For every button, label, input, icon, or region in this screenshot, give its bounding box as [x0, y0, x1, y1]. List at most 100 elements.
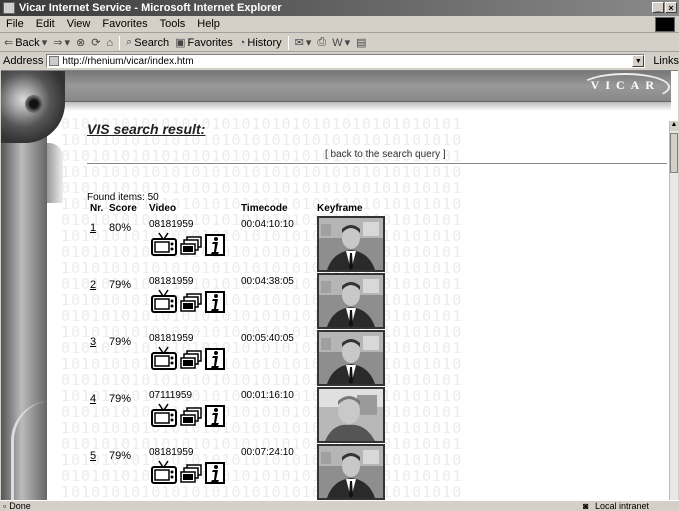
result-actions: [151, 460, 225, 487]
chevron-down-icon: ▾: [41, 37, 48, 49]
info-icon[interactable]: [205, 234, 225, 259]
menu-favorites[interactable]: Favorites: [102, 18, 147, 30]
address-dropdown-button[interactable]: ▼: [632, 55, 645, 67]
header-shadow: [61, 101, 671, 111]
edit-button[interactable]: W ▾: [332, 36, 351, 50]
search-button[interactable]: ⌕ Search: [126, 36, 169, 49]
result-number-link[interactable]: 5: [90, 450, 96, 462]
result-video-id: 08181959: [149, 333, 194, 344]
result-number-link[interactable]: 3: [90, 336, 96, 348]
result-actions: [151, 289, 225, 316]
refresh-icon: ⟳: [91, 37, 101, 49]
left-frame-curve: [11, 401, 61, 500]
col-score: Score: [109, 203, 137, 214]
keyframes-icon[interactable]: [180, 293, 202, 316]
keyframe-thumbnail[interactable]: [317, 444, 385, 500]
chevron-down-icon: ▾: [64, 37, 70, 49]
discuss-button[interactable]: ▤: [356, 36, 366, 49]
home-button[interactable]: ⌂: [106, 37, 113, 49]
keyframes-icon[interactable]: [180, 464, 202, 487]
history-button[interactable]: ◔ History: [239, 37, 282, 49]
forward-arrow-icon: ⇒: [53, 37, 63, 49]
result-row: 2 79% 08181959 00:04:38:05: [87, 273, 667, 333]
home-icon: ⌂: [106, 36, 114, 49]
back-to-search-link[interactable]: [ back to the search query ]: [325, 149, 446, 160]
status-page-icon: ▫: [3, 501, 7, 511]
info-icon[interactable]: [205, 462, 225, 487]
print-button[interactable]: ⎙: [317, 36, 326, 49]
title-bar: Vicar Internet Service - Microsoft Inter…: [0, 0, 679, 16]
address-url: http://rhenium/vicar/index.htm: [62, 55, 194, 67]
favorites-icon: ▣: [175, 37, 186, 49]
stop-button[interactable]: ⊗: [76, 36, 85, 49]
col-keyframe: Keyframe: [317, 203, 363, 214]
window-title: Vicar Internet Service - Microsoft Inter…: [19, 2, 282, 14]
col-nr: Nr.: [90, 203, 104, 214]
page-viewport: 0101010101010101010101010101010101010101…: [1, 70, 678, 500]
back-button[interactable]: ⇐ Back ▾: [4, 36, 48, 50]
minimize-button[interactable]: _: [652, 2, 664, 13]
menu-edit[interactable]: Edit: [36, 18, 55, 30]
tv-play-icon[interactable]: [151, 289, 177, 316]
vicar-logo: VICAR: [590, 78, 660, 92]
menu-file[interactable]: File: [6, 18, 24, 30]
refresh-button[interactable]: ⟳: [91, 36, 100, 49]
keyframes-icon[interactable]: [180, 236, 202, 259]
divider: [87, 163, 667, 164]
result-video-id: 08181959: [149, 276, 194, 287]
forward-button[interactable]: ⇒ ▾: [53, 36, 70, 49]
history-icon: ◔: [238, 36, 246, 49]
close-button[interactable]: ×: [665, 2, 677, 13]
address-input[interactable]: http://rhenium/vicar/index.htm ▼: [46, 54, 646, 68]
tv-play-icon[interactable]: [151, 346, 177, 373]
result-number-link[interactable]: 4: [90, 393, 96, 405]
vertical-scrollbar[interactable]: ▲: [669, 121, 678, 500]
menu-view[interactable]: View: [67, 18, 91, 30]
keyframe-thumbnail[interactable]: [317, 216, 385, 272]
result-timecode: 00:05:40:05: [241, 333, 294, 344]
result-score: 79%: [109, 393, 132, 405]
discuss-icon: ▤: [356, 37, 367, 49]
scroll-up-button[interactable]: ▲: [670, 121, 678, 131]
mail-button[interactable]: ✉ ▾: [295, 36, 312, 49]
keyframes-icon[interactable]: [180, 407, 202, 430]
favorites-button[interactable]: ▣ Favorites: [175, 36, 233, 50]
chevron-down-icon: ▾: [305, 37, 312, 49]
menu-tools[interactable]: Tools: [160, 18, 186, 30]
ie-icon: [3, 2, 15, 14]
chevron-down-icon: ▾: [344, 37, 351, 49]
result-number-link[interactable]: 1: [90, 222, 96, 234]
col-video: Video: [149, 203, 177, 214]
result-actions: [151, 232, 225, 259]
result-row: 5 79% 08181959 00:07:24:10: [87, 444, 667, 500]
address-bar: Address http://rhenium/vicar/index.htm ▼…: [0, 53, 679, 69]
toolbar-separator: [287, 35, 289, 50]
keyframe-thumbnail[interactable]: [317, 330, 385, 386]
result-video-id: 08181959: [149, 219, 194, 230]
found-items: Found items: 50: [87, 192, 159, 203]
page-title: VIS search result:: [87, 121, 206, 137]
toolbar: ⇐ Back ▾ ⇒ ▾ ⊗ ⟳ ⌂ ⌕ Search ▣ Favorites ◔ Hist…: [0, 34, 679, 52]
status-bar: ▫ Done ◙ Local intranet: [0, 500, 679, 511]
tv-play-icon[interactable]: [151, 232, 177, 259]
eye-icon: [25, 95, 43, 113]
result-video-id: 07111959: [149, 390, 193, 401]
col-timecode: Timecode: [241, 203, 288, 214]
keyframe-thumbnail[interactable]: [317, 273, 385, 329]
result-number-link[interactable]: 2: [90, 279, 96, 291]
info-icon[interactable]: [205, 405, 225, 430]
keyframes-icon[interactable]: [180, 350, 202, 373]
menu-help[interactable]: Help: [197, 18, 220, 30]
result-row: 3 79% 08181959 00:05:40:05: [87, 330, 667, 390]
tv-play-icon[interactable]: [151, 403, 177, 430]
tv-play-icon[interactable]: [151, 460, 177, 487]
left-frame-notch: [47, 143, 63, 203]
links-button[interactable]: Links: [653, 55, 679, 67]
stop-icon: ⊗: [75, 37, 86, 49]
word-icon: W: [332, 36, 343, 49]
keyframe-thumbnail[interactable]: [317, 387, 385, 443]
info-icon[interactable]: [205, 291, 225, 316]
status-zone: Local intranet: [595, 501, 650, 511]
scroll-thumb[interactable]: [670, 133, 678, 173]
info-icon[interactable]: [205, 348, 225, 373]
